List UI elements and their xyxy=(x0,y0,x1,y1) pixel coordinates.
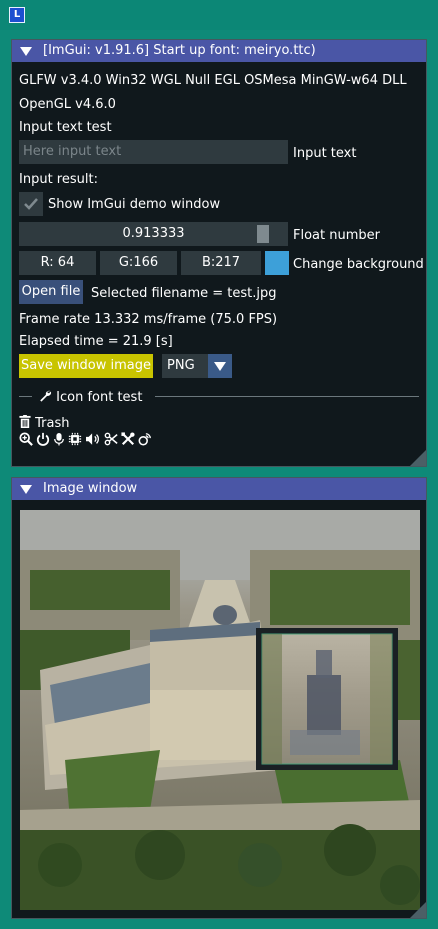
format-select[interactable]: PNG xyxy=(162,354,232,378)
main-panel-header[interactable]: [ImGui: v1.91.6] Start up font: meiryo.t… xyxy=(12,40,426,62)
show-demo-label: Show ImGui demo window xyxy=(48,197,221,212)
checkmark-icon xyxy=(24,198,38,210)
aerial-photo xyxy=(20,510,420,910)
slider-grab-handle[interactable] xyxy=(257,225,269,243)
tools-icon xyxy=(121,432,135,446)
float-slider-label: Float number xyxy=(293,228,380,243)
wrench-icon xyxy=(40,390,52,402)
volume-icon xyxy=(86,433,99,445)
app-icon: L xyxy=(9,7,25,23)
image-panel-header[interactable]: Image window xyxy=(12,478,426,500)
float-slider[interactable]: 0.913333 xyxy=(19,222,288,246)
dropdown-arrow-icon[interactable] xyxy=(208,354,232,378)
image-panel: Image window xyxy=(11,477,427,919)
main-panel-title: [ImGui: v1.91.6] Start up font: meiryo.t… xyxy=(43,43,316,58)
show-demo-checkbox[interactable] xyxy=(19,192,43,216)
frame-rate-text: Frame rate 13.332 ms/frame (75.0 FPS) xyxy=(19,312,278,327)
float-slider-value: 0.913333 xyxy=(122,226,185,241)
aerial-photo-image xyxy=(20,510,420,910)
blue-channel-input[interactable]: B:217 xyxy=(181,251,261,275)
settings-icon xyxy=(138,433,151,446)
info-line-glfw: GLFW v3.4.0 Win32 WGL Null EGL OSMesa Mi… xyxy=(19,73,407,88)
separator-left xyxy=(19,396,32,397)
selected-filename: Selected filename = test.jpg xyxy=(91,286,277,301)
color-swatch[interactable] xyxy=(265,251,289,275)
save-window-image-button[interactable]: Save window image xyxy=(19,354,153,378)
text-input[interactable]: Here input text xyxy=(19,140,288,164)
scissors-icon xyxy=(104,432,118,446)
search-plus-icon xyxy=(19,432,33,446)
open-file-button[interactable]: Open file xyxy=(19,280,83,304)
power-icon xyxy=(36,432,50,446)
icon-font-row xyxy=(19,432,152,446)
change-background-label: Change background xyxy=(293,257,424,272)
collapse-triangle-icon[interactable] xyxy=(20,485,32,494)
resize-grip[interactable] xyxy=(410,902,426,918)
green-channel-input[interactable]: G:166 xyxy=(100,251,177,275)
input-result-label: Input result: xyxy=(19,172,98,187)
trash-icon xyxy=(19,415,31,428)
red-channel-input[interactable]: R: 64 xyxy=(19,251,96,275)
format-select-value: PNG xyxy=(167,358,195,373)
image-panel-title: Image window xyxy=(43,481,138,496)
separator-right xyxy=(155,396,419,397)
elapsed-time-text: Elapsed time = 21.9 [s] xyxy=(19,334,173,349)
collapse-triangle-icon[interactable] xyxy=(20,47,32,56)
icon-section-header: Icon font test xyxy=(39,389,142,405)
resize-grip[interactable] xyxy=(410,450,426,466)
microphone-icon xyxy=(54,433,64,446)
input-side-label: Input text xyxy=(293,146,357,161)
icon-section-label: Icon font test xyxy=(56,390,143,405)
main-panel: [ImGui: v1.91.6] Start up font: meiryo.t… xyxy=(11,39,427,467)
trash-label: Trash xyxy=(35,416,70,431)
trash-item: Trash xyxy=(19,415,70,431)
input-section-label: Input text test xyxy=(19,120,112,135)
microchip-icon xyxy=(68,432,82,446)
app-titlebar: L xyxy=(0,0,438,30)
info-line-opengl: OpenGL v4.6.0 xyxy=(19,97,116,112)
